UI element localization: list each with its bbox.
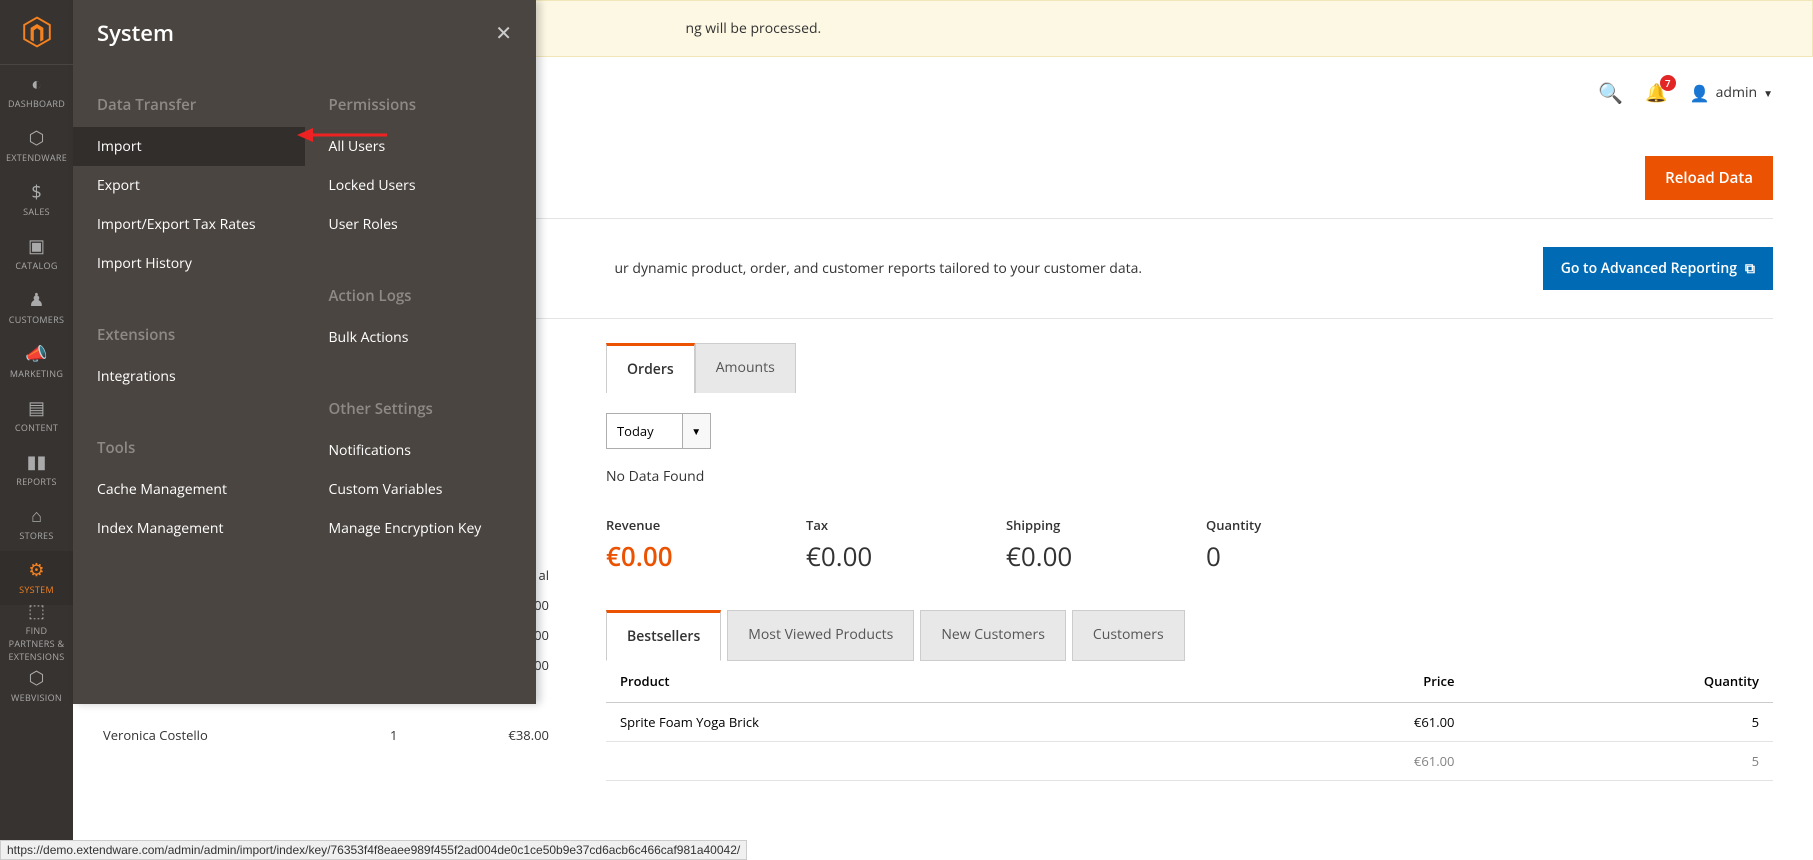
sidebar-item-system[interactable]: ⚙SYSTEM [0,551,73,605]
magento-logo-icon [21,16,53,48]
gauge-icon: ◐ [31,75,42,93]
link-index-management[interactable]: Index Management [73,509,305,548]
section-data-transfer: Data Transfer [73,83,305,127]
status-bar-url: https://demo.extendware.com/admin/admin/… [0,840,747,860]
bestsellers-table: Product Price Quantity Sprite Foam Yoga … [606,660,1773,781]
sidebar-item-customers[interactable]: ♟CUSTOMERS [0,281,73,335]
reload-data-button[interactable]: Reload Data [1645,156,1773,200]
sidebar-item-sales[interactable]: $SALES [0,173,73,227]
link-import-history[interactable]: Import History [73,244,305,283]
link-manage-encryption-key[interactable]: Manage Encryption Key [305,509,537,548]
link-bulk-actions[interactable]: Bulk Actions [305,318,537,357]
admin-label: admin [1716,83,1757,102]
sidebar-item-stores[interactable]: ⌂STORES [0,497,73,551]
external-link-icon: ⧉ [1745,259,1755,278]
logo[interactable] [0,0,73,65]
system-flyout: System ✕ Data Transfer Import Export Imp… [73,0,536,704]
link-custom-variables[interactable]: Custom Variables [305,470,537,509]
stat-tax: Tax €0.00 [806,516,946,574]
link-export[interactable]: Export [73,166,305,205]
sidebar-item-webvision[interactable]: ⬡WEBVISION [0,659,73,713]
person-icon: ♟ [28,291,44,309]
table-row[interactable]: Sprite Foam Yoga Brick €61.00 5 [606,703,1773,742]
list-item[interactable]: Veronica Costello 1 €38.00 [103,720,549,750]
chevron-down-icon[interactable]: ▼ [682,414,710,448]
link-locked-users[interactable]: Locked Users [305,166,537,205]
sidebar-item-dashboard[interactable]: ◐DASHBOARD [0,65,73,119]
go-to-advanced-reporting-button[interactable]: Go to Advanced Reporting ⧉ [1543,247,1773,290]
sidebar-item-marketing[interactable]: 📣MARKETING [0,335,73,389]
sidebar: ◐DASHBOARD ⬡EXTENDWARE $SALES ▣CATALOG ♟… [0,0,73,860]
partners-icon: ⬚ [28,602,45,620]
th-price: Price [1217,660,1468,703]
admin-dropdown[interactable]: 👤 admin ▼ [1690,82,1773,104]
hex-icon: ⬡ [29,669,45,687]
annotation-arrow [297,120,387,150]
chevron-down-icon: ▼ [1763,86,1773,100]
store-icon: ⌂ [31,507,42,525]
sidebar-item-partners[interactable]: ⬚FIND PARTNERS & EXTENSIONS [0,605,73,659]
section-action-logs: Action Logs [305,274,537,318]
megaphone-icon: 📣 [25,345,47,363]
sidebar-item-reports[interactable]: ▮▮REPORTS [0,443,73,497]
no-data-text: No Data Found [606,467,1773,486]
table-row[interactable]: €61.00 5 [606,742,1773,781]
stat-quantity: Quantity 0 [1206,516,1346,574]
layout-icon: ▤ [28,399,45,417]
flyout-title: System [97,18,174,48]
tab-most-viewed[interactable]: Most Viewed Products [727,610,914,661]
section-tools: Tools [73,426,305,470]
notification-badge: 7 [1660,75,1676,91]
notifications-button[interactable]: 🔔 7 [1645,81,1667,105]
link-integrations[interactable]: Integrations [73,357,305,396]
dollar-icon: $ [31,183,41,201]
tab-customers[interactable]: Customers [1072,610,1185,661]
link-user-roles[interactable]: User Roles [305,205,537,244]
tab-amounts[interactable]: Amounts [695,343,796,393]
tab-new-customers[interactable]: New Customers [920,610,1066,661]
stat-shipping: Shipping €0.00 [1006,516,1146,574]
stat-revenue: Revenue €0.00 [606,516,746,574]
bars-icon: ▮▮ [27,453,47,471]
section-other-settings: Other Settings [305,387,537,431]
th-quantity: Quantity [1468,660,1773,703]
section-extensions: Extensions [73,313,305,357]
sidebar-item-extendware[interactable]: ⬡EXTENDWARE [0,119,73,173]
hex-icon: ⬡ [29,129,45,147]
sidebar-item-content[interactable]: ▤CONTENT [0,389,73,443]
sidebar-item-catalog[interactable]: ▣CATALOG [0,227,73,281]
th-product: Product [606,660,1217,703]
link-import-export-tax-rates[interactable]: Import/Export Tax Rates [73,205,305,244]
box-icon: ▣ [28,237,45,255]
link-notifications[interactable]: Notifications [305,431,537,470]
search-icon[interactable]: 🔍 [1598,79,1623,106]
close-icon[interactable]: ✕ [495,19,512,46]
tab-orders[interactable]: Orders [606,343,695,393]
avatar-icon: 👤 [1690,82,1710,104]
link-cache-management[interactable]: Cache Management [73,470,305,509]
range-dropdown[interactable]: Today ▼ [606,413,711,449]
link-import[interactable]: Import [73,127,305,166]
gear-icon: ⚙ [28,561,44,579]
tab-bestsellers[interactable]: Bestsellers [606,610,721,661]
